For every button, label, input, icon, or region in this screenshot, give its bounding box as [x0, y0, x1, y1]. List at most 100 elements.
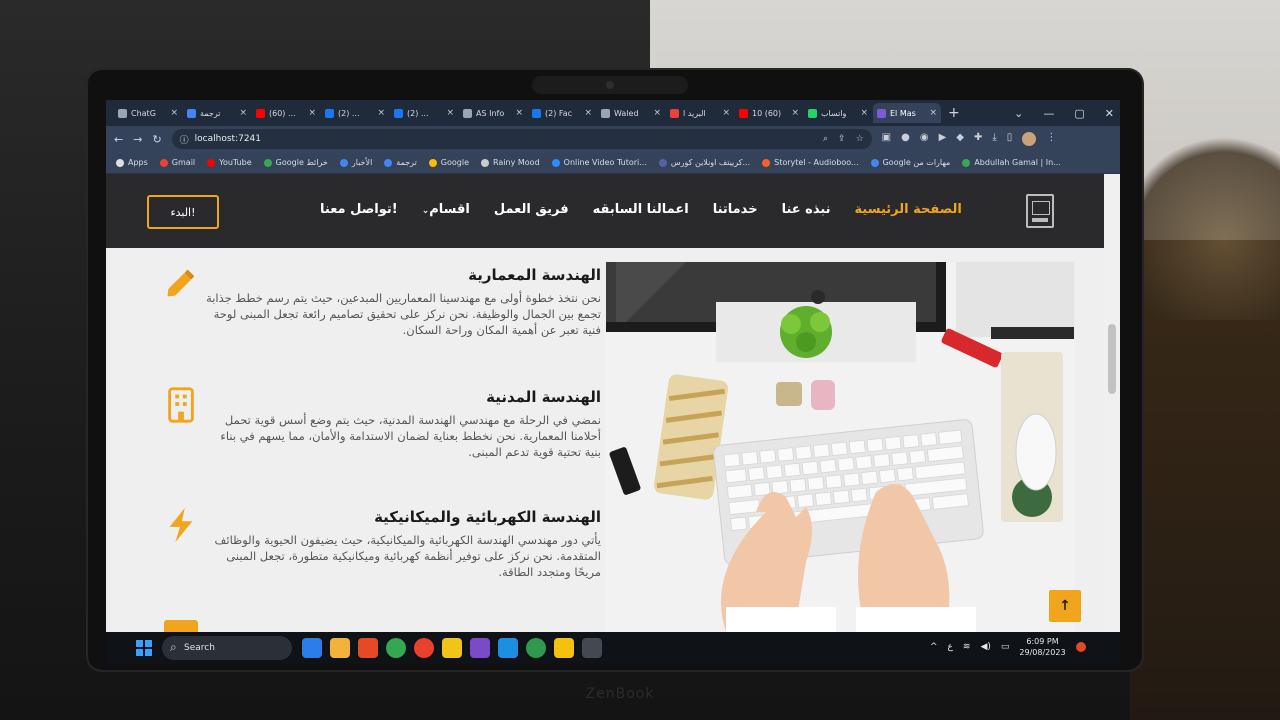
share-icon[interactable]: ⇪ — [838, 134, 846, 144]
visual-studio-icon[interactable] — [470, 638, 490, 658]
tab-close-icon[interactable]: × — [929, 108, 937, 118]
terminal-icon[interactable] — [582, 638, 602, 658]
browser-tab[interactable]: البريد ا × — [666, 103, 734, 123]
start-button-icon[interactable] — [136, 640, 152, 656]
browser-tab[interactable]: El Mas × — [873, 103, 941, 123]
extension-icon[interactable]: ▶ — [939, 132, 947, 146]
maximize-button[interactable]: ▢ — [1074, 107, 1084, 120]
bookmark-label: Google مهارات من — [882, 158, 951, 167]
extension-icon[interactable]: ◆ — [956, 132, 964, 146]
app-icon[interactable] — [442, 638, 462, 658]
browser-tab[interactable]: (2) ... × — [321, 103, 389, 123]
browser-tab[interactable]: AS Info × — [459, 103, 527, 123]
download-icon[interactable]: ⤓ — [992, 132, 996, 146]
brave-icon[interactable] — [358, 638, 378, 658]
bookmark-item[interactable]: كرييتف اونلاين كورس... — [658, 158, 751, 167]
tab-close-icon[interactable]: × — [446, 108, 454, 118]
nav-about[interactable]: نبذه عنا — [782, 202, 831, 217]
tab-close-icon[interactable]: × — [653, 108, 661, 118]
page-scrollbar[interactable] — [1104, 174, 1120, 632]
chevron-up-icon[interactable]: ^ — [930, 642, 938, 652]
laptop-brand-label: ZenBook — [585, 686, 655, 702]
puzzle-icon[interactable]: ✚ — [974, 132, 982, 146]
nav-sections[interactable]: ⌄اقسام — [422, 202, 470, 217]
chrome-icon[interactable] — [526, 638, 546, 658]
reload-button[interactable]: ↻ — [152, 133, 161, 146]
bookmark-star-icon[interactable]: ☆ — [856, 134, 864, 144]
tab-close-icon[interactable]: × — [377, 108, 385, 118]
nav-services[interactable]: خدماتنا — [713, 202, 758, 217]
tab-close-icon[interactable]: × — [584, 108, 592, 118]
todo-app-icon[interactable] — [302, 638, 322, 658]
new-tab-button[interactable]: + — [948, 105, 960, 121]
tab-close-icon[interactable]: × — [515, 108, 523, 118]
notification-icon[interactable] — [1075, 642, 1086, 652]
browser-tab[interactable]: Waled × — [597, 103, 665, 123]
extension-icon[interactable]: ◉ — [920, 132, 929, 146]
site-logo[interactable] — [1026, 194, 1054, 228]
scrollbar-thumb[interactable] — [1108, 324, 1116, 394]
tab-search-icon[interactable]: ⌄ — [1014, 107, 1023, 120]
taskbar-search[interactable]: Search — [162, 636, 292, 660]
battery-icon[interactable]: ▭ — [1001, 642, 1010, 652]
bookmark-item[interactable]: الأخبار — [339, 158, 372, 167]
browser-tab[interactable]: ترجمة × — [183, 103, 251, 123]
notes-app-icon[interactable] — [554, 638, 574, 658]
tab-close-icon[interactable]: × — [860, 108, 868, 118]
app-icon[interactable] — [414, 638, 434, 658]
nav-home[interactable]: الصفحة الرئيسية — [855, 202, 962, 217]
extension-icon[interactable]: ● — [901, 132, 910, 146]
bookmark-item[interactable]: Apps — [116, 158, 148, 167]
bookmark-item[interactable]: Rainy Mood — [481, 158, 540, 167]
language-indicator[interactable]: ع — [948, 642, 953, 652]
nav-team[interactable]: فريق العمل — [494, 202, 569, 217]
bookmark-item[interactable]: Online Video Tutori... — [551, 158, 647, 167]
tab-close-icon[interactable]: × — [722, 108, 730, 118]
wifi-icon[interactable]: ≋ — [963, 642, 971, 652]
browser-tab[interactable]: 10 (60) × — [735, 103, 803, 123]
back-to-top-button[interactable]: ↑ — [1049, 590, 1081, 622]
browser-toolbar: ← → ↻ ⓘ localhost:7241 ⌕ ⇪ ☆ ▣ ● ◉ ▶ ◆ ✚… — [106, 126, 1120, 152]
chrome-icon[interactable] — [386, 638, 406, 658]
file-explorer-icon[interactable] — [330, 638, 350, 658]
browser-tab[interactable]: ChatG × — [114, 103, 182, 123]
extension-icon[interactable]: ▣ — [882, 132, 891, 146]
browser-tab[interactable]: واتساب × — [804, 103, 872, 123]
tab-label: ترجمة — [200, 108, 221, 118]
laptop-screen: ChatG × ترجمة × (60) ... × (2) ... × (2) ... × AS … — [106, 100, 1120, 664]
start-button[interactable]: البدء! — [147, 195, 219, 229]
clock[interactable]: 6:09 PM 29/08/2023 — [1019, 636, 1065, 658]
bookmark-item[interactable]: Google — [428, 158, 469, 167]
bookmark-item[interactable]: Gmail — [159, 158, 195, 167]
browser-tab[interactable]: (2) Fac × — [528, 103, 596, 123]
bookmark-label: كرييتف اونلاين كورس... — [670, 158, 751, 167]
profile-avatar[interactable] — [1022, 132, 1037, 146]
vscode-icon[interactable] — [498, 638, 518, 658]
bookmark-item[interactable]: ترجمة — [384, 158, 417, 167]
tab-close-icon[interactable]: × — [308, 108, 316, 118]
close-window-button[interactable]: ✕ — [1105, 107, 1114, 120]
tab-close-icon[interactable]: × — [791, 108, 799, 118]
tab-favicon-icon — [118, 108, 127, 118]
bookmark-item[interactable]: YouTube — [207, 158, 252, 167]
bookmark-item[interactable]: Storytel - Audioboo... — [762, 158, 859, 167]
bookmark-item[interactable]: Abdullah Gamal | In... — [962, 158, 1061, 167]
menu-kebab-icon[interactable]: ⋮ — [1046, 132, 1056, 146]
bookmark-item[interactable]: Google خرائط — [263, 158, 328, 167]
sidepanel-icon[interactable]: ▯ — [1007, 132, 1013, 146]
minimize-button[interactable]: — — [1043, 107, 1054, 120]
zoom-icon[interactable]: ⌕ — [823, 134, 828, 144]
browser-tab[interactable]: (60) ... × — [252, 103, 320, 123]
tab-favicon-icon — [739, 108, 748, 118]
nav-contact[interactable]: تواصل معنا! — [320, 202, 398, 217]
bookmark-item[interactable]: Google مهارات من — [870, 158, 951, 167]
back-button[interactable]: ← — [114, 133, 123, 146]
tab-close-icon[interactable]: × — [239, 108, 247, 118]
site-info-icon[interactable]: ⓘ — [180, 133, 189, 146]
volume-icon[interactable]: ◀) — [980, 642, 990, 652]
browser-tab[interactable]: (2) ... × — [390, 103, 458, 123]
address-bar[interactable]: ⓘ localhost:7241 ⌕ ⇪ ☆ — [171, 129, 872, 149]
forward-button[interactable]: → — [133, 133, 142, 146]
nav-portfolio[interactable]: اعمالنا السابقه — [593, 202, 689, 217]
tab-close-icon[interactable]: × — [170, 108, 178, 118]
